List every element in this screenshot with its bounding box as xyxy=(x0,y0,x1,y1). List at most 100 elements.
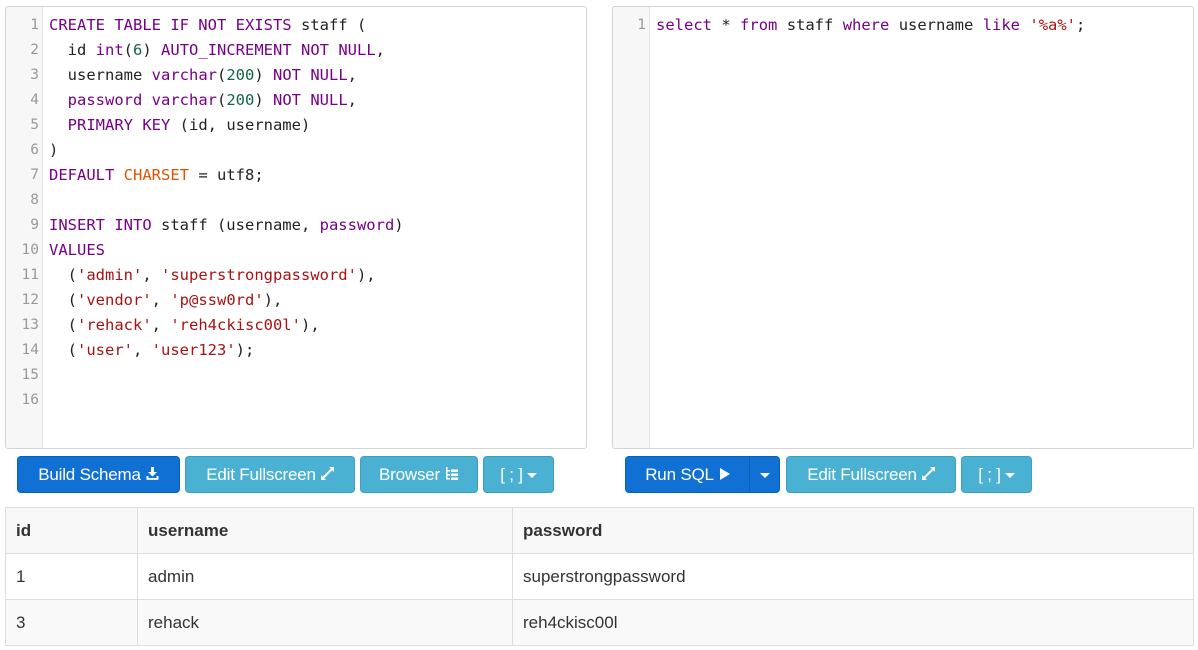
line-number: 11 xyxy=(21,267,39,283)
code-token: , xyxy=(142,266,161,284)
code-token: ), xyxy=(263,291,283,309)
code-line[interactable]: 5 PRIMARY KEY (id, username) xyxy=(6,113,586,138)
line-number: 13 xyxy=(21,317,39,333)
code-token: ); xyxy=(235,341,255,359)
code-line[interactable]: 1 select * from staff where username like… xyxy=(613,13,1193,38)
code-line[interactable]: 7 DEFAULT CHARSET = utf8; xyxy=(6,163,586,188)
code-token: NOT NULL xyxy=(273,91,348,109)
expand-icon xyxy=(921,458,935,493)
build-schema-label: Build Schema xyxy=(38,465,141,484)
line-code: select * from staff where username like … xyxy=(650,13,1085,38)
code-token: username xyxy=(889,16,983,34)
code-line[interactable]: 16 xyxy=(6,388,586,413)
code-token: staff ( xyxy=(291,16,367,34)
delimiter-label: [ ; ] xyxy=(978,465,1001,484)
line-code: ) xyxy=(43,138,58,163)
code-token: like xyxy=(982,16,1021,34)
code-token: ( xyxy=(49,341,77,359)
code-token: ) xyxy=(394,216,404,234)
code-token: 'user' xyxy=(77,341,133,359)
table-cell-id: 3 xyxy=(5,599,138,646)
code-line[interactable]: 4 password varchar(200) NOT NULL, xyxy=(6,88,586,113)
line-code: ('admin', 'superstrongpassword'), xyxy=(43,263,376,288)
code-line[interactable]: 10 VALUES xyxy=(6,238,586,263)
code-token: AUTO_INCREMENT NOT NULL xyxy=(161,41,376,59)
line-number: 1 xyxy=(30,17,39,33)
run-sql-button[interactable]: Run SQL xyxy=(625,456,750,493)
line-number: 3 xyxy=(30,67,39,83)
code-token: , xyxy=(347,91,358,109)
line-number-gutter xyxy=(613,7,650,448)
line-code: ('vendor', 'p@ssw0rd'), xyxy=(43,288,283,313)
code-line[interactable]: 6) xyxy=(6,138,586,163)
line-number: 2 xyxy=(30,42,39,58)
caret-down-icon xyxy=(759,473,770,479)
code-token: DEFAULT xyxy=(49,166,115,184)
code-line[interactable]: 9 INSERT INTO staff (username, password) xyxy=(6,213,586,238)
browser-label: Browser xyxy=(379,465,440,484)
run-sql-dropdown-button[interactable] xyxy=(749,456,780,493)
code-token: ) xyxy=(254,66,273,84)
line-code: ('user', 'user123'); xyxy=(43,338,255,363)
code-token: ( xyxy=(123,41,134,59)
schema-code[interactable]: 1 CREATE TABLE IF NOT EXISTS staff (2 id … xyxy=(6,13,586,413)
tree-icon xyxy=(445,458,459,493)
code-token: select xyxy=(656,16,712,34)
line-number: 8 xyxy=(30,192,39,208)
line-number: 16 xyxy=(21,392,39,408)
code-token: username xyxy=(49,66,152,84)
edit-fullscreen-button[interactable]: Edit Fullscreen xyxy=(185,456,355,493)
code-token: ( xyxy=(217,91,227,109)
results-header-row: id username password xyxy=(5,507,1194,554)
line-code: VALUES xyxy=(43,238,105,263)
code-line[interactable]: 11 ('admin', 'superstrongpassword'), xyxy=(6,263,586,288)
column-header-password: password xyxy=(512,507,1194,554)
code-line[interactable]: 14 ('user', 'user123'); xyxy=(6,338,586,363)
code-line[interactable]: 15 xyxy=(6,363,586,388)
code-token: ( xyxy=(49,291,77,309)
query-editor[interactable]: 1 select * from staff where username like… xyxy=(612,6,1194,449)
code-line[interactable]: 8 xyxy=(6,188,586,213)
code-token: varchar xyxy=(151,66,217,84)
code-line[interactable]: 2 id int(6) AUTO_INCREMENT NOT NULL, xyxy=(6,38,586,63)
code-token: 'admin' xyxy=(77,266,143,284)
code-line[interactable]: 13 ('rehack', 'reh4ckisc00l'), xyxy=(6,313,586,338)
code-token: ( xyxy=(216,66,227,84)
build-schema-button[interactable]: Build Schema xyxy=(17,456,180,493)
line-code: id int(6) AUTO_INCREMENT NOT NULL, xyxy=(43,38,385,63)
code-token: ) xyxy=(254,91,274,109)
code-token: * xyxy=(721,16,731,34)
line-code: ('rehack', 'reh4ckisc00l'), xyxy=(43,313,320,338)
code-line[interactable]: 1 CREATE TABLE IF NOT EXISTS staff ( xyxy=(6,13,586,38)
code-token: ), xyxy=(300,316,320,334)
table-cell-username: rehack xyxy=(137,599,513,646)
delimiter-dropdown-button[interactable]: [ ; ] xyxy=(961,456,1032,493)
line-number: 9 xyxy=(30,217,39,233)
code-line[interactable]: 12 ('vendor', 'p@ssw0rd'), xyxy=(6,288,586,313)
schema-editor[interactable]: 1 CREATE TABLE IF NOT EXISTS staff (2 id … xyxy=(5,6,587,449)
code-token: = utf8; xyxy=(189,166,264,184)
edit-fullscreen-label: Edit Fullscreen xyxy=(807,465,917,484)
delimiter-dropdown-button[interactable]: [ ; ] xyxy=(483,456,554,493)
table-cell-password: reh4ckisc00l xyxy=(512,599,1194,646)
line-code: DEFAULT CHARSET = utf8; xyxy=(43,163,264,188)
edit-fullscreen-button[interactable]: Edit Fullscreen xyxy=(786,456,956,493)
browser-button[interactable]: Browser xyxy=(360,456,478,493)
edit-fullscreen-label: Edit Fullscreen xyxy=(206,465,316,484)
play-icon xyxy=(719,458,730,493)
table-cell-password: superstrongpassword xyxy=(512,553,1194,600)
column-header-username: username xyxy=(137,507,513,554)
query-code[interactable]: 1 select * from staff where username like… xyxy=(613,13,1193,38)
code-token: CHARSET xyxy=(123,166,189,184)
code-token: id xyxy=(49,41,96,59)
code-token: 'vendor' xyxy=(77,291,152,309)
line-number: 7 xyxy=(30,167,39,183)
line-number: 15 xyxy=(21,367,39,383)
code-token: PRIMARY KEY xyxy=(67,116,171,134)
code-token: INSERT INTO xyxy=(49,216,152,234)
code-line[interactable]: 3 username varchar(200) NOT NULL, xyxy=(6,63,586,88)
download-icon xyxy=(146,458,159,493)
